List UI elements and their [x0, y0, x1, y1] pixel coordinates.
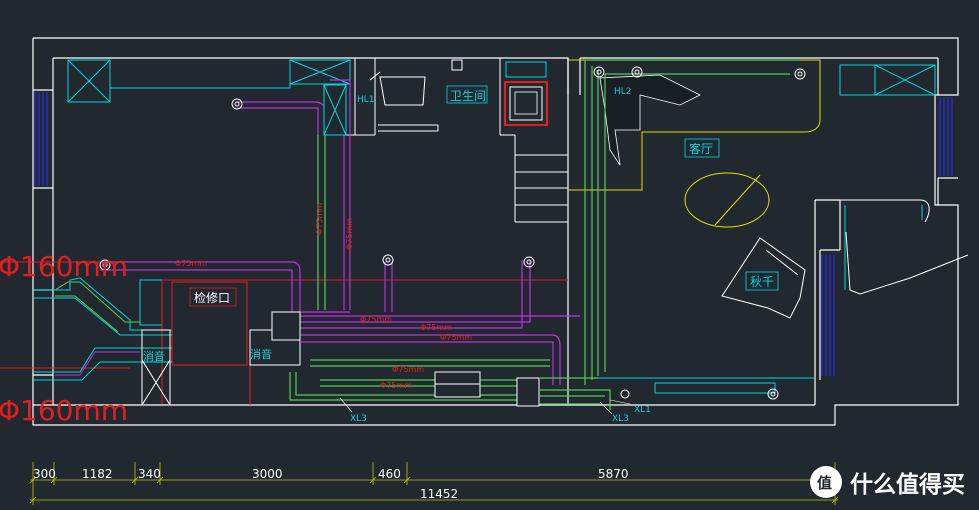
dim-300: 300	[33, 467, 56, 481]
big-duct-size-top: Φ160mm	[0, 250, 128, 283]
manifold-boxes	[271, 84, 540, 407]
dim-total: 11452	[420, 487, 458, 501]
access-panel-label: 检修口	[194, 290, 230, 305]
pipe-size-d75-left: Φ75mm	[175, 259, 207, 268]
silencer-left-label: 消音	[143, 349, 165, 363]
tag-xl3-left: XL3	[350, 414, 367, 424]
watermark-text: 什么值得买	[850, 471, 965, 498]
pipe-size-d75-mid2: Φ75mm	[420, 323, 452, 332]
pipe-size-d75-mid3: Φ75mm	[440, 333, 472, 342]
living-room-label: 客厅	[689, 141, 713, 156]
silencer-boxes	[141, 329, 301, 406]
pipe-size-d75-bottom1: Φ75mm	[392, 365, 424, 374]
large-ducts	[33, 277, 172, 381]
watermark: 值 什么值得买	[810, 466, 965, 498]
equipment-labels: 消音 消音	[143, 347, 272, 363]
dim-3000: 3000	[252, 467, 283, 481]
swing-label: 秋千	[750, 275, 774, 289]
watermark-logo-mark: 值	[817, 474, 832, 492]
tag-xl3-right: XL3	[612, 414, 629, 424]
exterior-walls	[32, 37, 959, 426]
bathtub	[504, 81, 548, 126]
pipe-size-d75-bottom2: Φ75mm	[380, 381, 412, 390]
tag-hl1: HL1	[357, 95, 375, 105]
silencer-right-label: 消音	[250, 347, 272, 361]
bathroom-label: 卫生间	[450, 89, 486, 103]
tag-xl1: XL1	[634, 405, 651, 415]
dim-460: 460	[378, 467, 401, 481]
big-duct-size-bottom: Φ160mm	[0, 394, 128, 427]
pipe-size-d75-mid1: Φ75mm	[360, 315, 392, 324]
dim-5870: 5870	[598, 467, 629, 481]
exhaust-ducts	[289, 59, 800, 410]
dimension-labels: 300 1182 340 3000 460 5870 11452	[33, 467, 629, 501]
room-labels: 卫生间 客厅 秋千 检修口	[189, 85, 779, 307]
pipe-size-labels: Φ160mm Φ160mm Φ75mm Φ75mm Φ75mm Φ75mm Φ7…	[0, 203, 472, 427]
cyan-fixtures	[67, 59, 936, 394]
dim-1182: 1182	[82, 467, 113, 481]
tag-hl2: HL2	[614, 87, 632, 97]
dim-340: 340	[138, 467, 161, 481]
vent-diffusers	[99, 66, 806, 400]
pipe-size-d75-vert1: Φ75mm	[315, 203, 324, 235]
pipe-size-d75-vert2: Φ75mm	[345, 218, 354, 250]
floor-plan-drawing: 卫生间 客厅 秋千 检修口 消音 消音 Φ160mm Φ160mm Φ75mm …	[0, 37, 969, 505]
